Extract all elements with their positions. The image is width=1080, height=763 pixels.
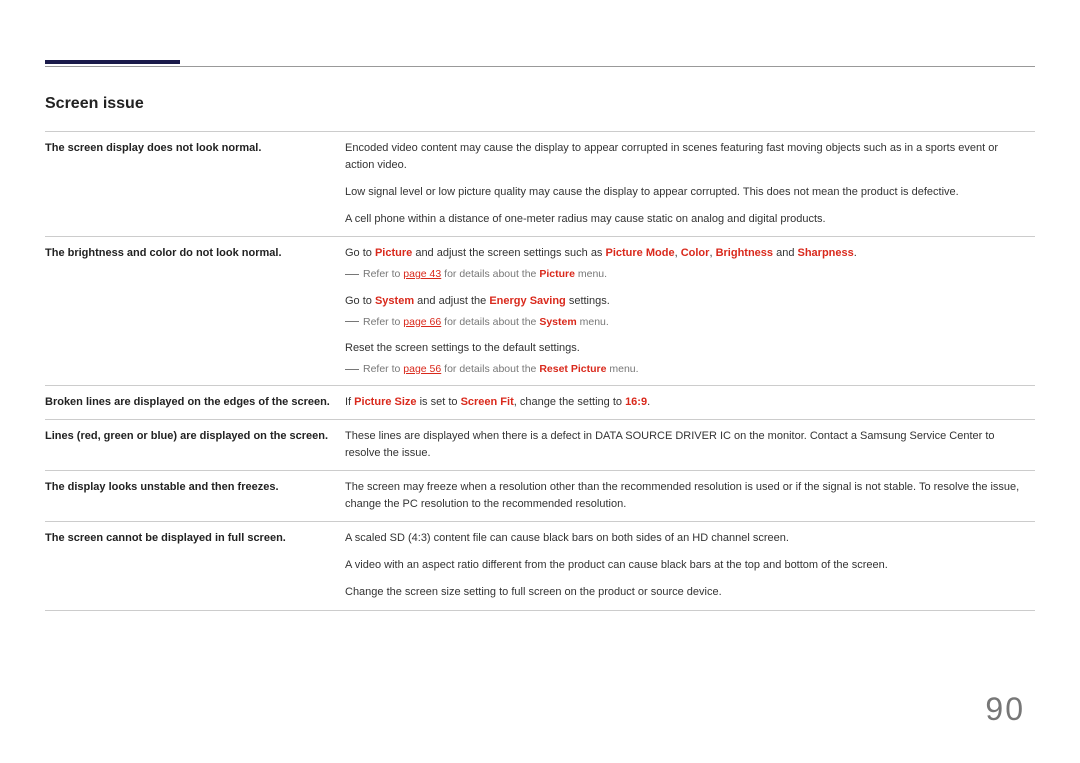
text: Go to <box>345 295 375 307</box>
issue-label: The screen cannot be displayed in full s… <box>45 522 345 610</box>
highlight: Color <box>681 247 710 259</box>
section-title: Screen issue <box>45 95 1035 113</box>
highlight: Reset Picture <box>539 363 606 375</box>
paragraph: Low signal level or low picture quality … <box>345 184 1029 201</box>
highlight: Picture <box>539 268 575 280</box>
text: Refer to <box>363 363 403 375</box>
text: If <box>345 396 354 408</box>
note: Refer to page 66 for details about the S… <box>345 314 1029 330</box>
table-row: The display looks unstable and then free… <box>45 471 1035 522</box>
issue-desc: Encoded video content may cause the disp… <box>345 132 1035 237</box>
text: Reset the screen settings to the default… <box>345 342 580 354</box>
text: for details about the <box>441 316 539 328</box>
paragraph: A scaled SD (4:3) content file can cause… <box>345 530 1029 547</box>
paragraph: Go to System and adjust the Energy Savin… <box>345 293 1029 330</box>
highlight: Brightness <box>716 247 773 259</box>
issue-desc: These lines are displayed when there is … <box>345 420 1035 471</box>
highlight: 16:9 <box>625 396 647 408</box>
note: Refer to page 43 for details about the P… <box>345 266 1029 282</box>
page-number: 90 <box>985 691 1025 728</box>
table-row: The brightness and color do not look nor… <box>45 237 1035 386</box>
text: menu. <box>575 268 607 280</box>
paragraph: A cell phone within a distance of one-me… <box>345 211 1029 228</box>
text: menu. <box>577 316 609 328</box>
text: Refer to <box>363 268 403 280</box>
highlight: Picture Size <box>354 396 416 408</box>
issue-desc: The screen may freeze when a resolution … <box>345 471 1035 522</box>
page-link[interactable]: page 43 <box>403 268 441 280</box>
text: and adjust the <box>414 295 489 307</box>
text: menu. <box>606 363 638 375</box>
text: for details about the <box>441 268 539 280</box>
text: for details about the <box>441 363 539 375</box>
paragraph: Go to Picture and adjust the screen sett… <box>345 245 1029 282</box>
page-link[interactable]: page 66 <box>403 316 441 328</box>
header-accent-bar <box>45 60 180 64</box>
text: is set to <box>417 396 461 408</box>
issue-desc: Go to Picture and adjust the screen sett… <box>345 237 1035 386</box>
issue-label: The display looks unstable and then free… <box>45 471 345 522</box>
highlight: Screen Fit <box>461 396 514 408</box>
highlight: Energy Saving <box>489 295 565 307</box>
highlight: Sharpness <box>798 247 854 259</box>
text: and adjust the screen settings such as <box>412 247 605 259</box>
issues-table: The screen display does not look normal.… <box>45 131 1035 611</box>
issue-label: Broken lines are displayed on the edges … <box>45 386 345 420</box>
highlight: System <box>539 316 576 328</box>
paragraph: Change the screen size setting to full s… <box>345 584 1029 601</box>
text: Refer to <box>363 316 403 328</box>
table-row: The screen cannot be displayed in full s… <box>45 522 1035 610</box>
page-content: Screen issue The screen display does not… <box>0 0 1080 611</box>
highlight: Picture Mode <box>606 247 675 259</box>
issue-desc: A scaled SD (4:3) content file can cause… <box>345 522 1035 610</box>
note-dash-icon <box>345 274 359 275</box>
table-row: Broken lines are displayed on the edges … <box>45 386 1035 420</box>
note-dash-icon <box>345 369 359 370</box>
paragraph: Reset the screen settings to the default… <box>345 340 1029 377</box>
issue-label: Lines (red, green or blue) are displayed… <box>45 420 345 471</box>
table-row: Lines (red, green or blue) are displayed… <box>45 420 1035 471</box>
note: Refer to page 56 for details about the R… <box>345 361 1029 377</box>
issue-label: The screen display does not look normal. <box>45 132 345 237</box>
text: , change the setting to <box>514 396 625 408</box>
highlight: Picture <box>375 247 412 259</box>
issue-desc: If Picture Size is set to Screen Fit, ch… <box>345 386 1035 420</box>
table-row: The screen display does not look normal.… <box>45 132 1035 237</box>
text: . <box>854 247 857 259</box>
text: Go to <box>345 247 375 259</box>
issue-label: The brightness and color do not look nor… <box>45 237 345 386</box>
paragraph: Encoded video content may cause the disp… <box>345 140 1029 174</box>
text: . <box>647 396 650 408</box>
highlight: System <box>375 295 414 307</box>
header-divider <box>45 66 1035 67</box>
paragraph: A video with an aspect ratio different f… <box>345 557 1029 574</box>
note-dash-icon <box>345 321 359 322</box>
text: and <box>773 247 797 259</box>
page-link[interactable]: page 56 <box>403 363 441 375</box>
text: settings. <box>566 295 610 307</box>
